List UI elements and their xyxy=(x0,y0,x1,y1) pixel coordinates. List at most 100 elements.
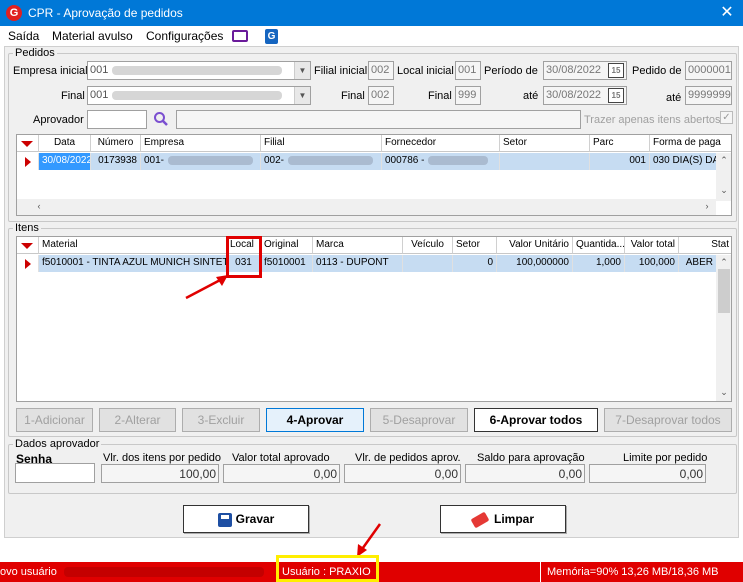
trazer-abertos-checkbox[interactable]: ✓ xyxy=(720,111,733,124)
scroll-thumb[interactable] xyxy=(718,269,730,313)
periodo-de-input[interactable]: 30/08/2022 15 xyxy=(543,61,627,80)
col-original[interactable]: Original xyxy=(261,237,313,254)
col-numero[interactable]: Número xyxy=(91,135,141,152)
calendar-icon[interactable]: 15 xyxy=(608,88,624,103)
orders-grid[interactable]: Data Número Empresa Filial Fornecedor Se… xyxy=(16,134,732,216)
empresa-inicial-value: 001 xyxy=(90,64,109,76)
cell-data[interactable]: 30/08/2022 xyxy=(39,153,91,170)
menu-material-avulso[interactable]: Material avulso xyxy=(52,29,133,43)
status-divider xyxy=(540,562,541,582)
itens-grid[interactable]: Material Local Original Marca Veículo Se… xyxy=(16,236,732,402)
pedido-de-input[interactable]: 0000001 xyxy=(685,61,732,80)
app-g-icon[interactable]: G xyxy=(265,29,278,44)
empresa-inicial-combo[interactable]: 001 ▼ xyxy=(87,61,311,80)
close-icon[interactable]: ✕ xyxy=(716,3,738,23)
scroll-down-icon[interactable]: ⌄ xyxy=(716,387,731,398)
col-stat[interactable]: Stat xyxy=(679,237,731,254)
pedidos-legend: Pedidos xyxy=(15,47,55,59)
row-pointer-icon xyxy=(25,259,31,269)
vlr-itens-field: 100,00 xyxy=(101,464,219,483)
chevron-down-icon[interactable]: ▼ xyxy=(294,87,310,104)
cell-stat[interactable]: ABER xyxy=(679,255,717,272)
col-fornecedor[interactable]: Fornecedor xyxy=(382,135,500,152)
col-quantidade[interactable]: Quantida... xyxy=(573,237,625,254)
triangle-down-icon[interactable] xyxy=(21,141,33,147)
cell-setor[interactable] xyxy=(500,153,590,170)
periodo-ate-input[interactable]: 30/08/2022 15 xyxy=(543,86,627,105)
cell-marca[interactable]: 0113 - DUPONT xyxy=(313,255,403,272)
empresa-final-combo[interactable]: 001 ▼ xyxy=(87,86,311,105)
col-setor[interactable]: Setor xyxy=(453,237,497,254)
alterar-button[interactable]: 2-Alterar xyxy=(99,408,176,432)
col-valor-unitario[interactable]: Valor Unitário xyxy=(497,237,573,254)
col-setor[interactable]: Setor xyxy=(500,135,590,152)
triangle-down-icon[interactable] xyxy=(21,243,33,249)
monitor-icon[interactable] xyxy=(232,30,248,42)
cell-empresa-text: 001- xyxy=(144,155,165,166)
scroll-up-icon[interactable]: ⌃ xyxy=(716,257,731,268)
itens-legend: Itens xyxy=(15,222,39,234)
cell-fornecedor-text: 000786 - xyxy=(385,155,425,166)
col-forma[interactable]: Forma de paga xyxy=(650,135,731,152)
desaprovar-button[interactable]: 5-Desaprovar xyxy=(370,408,468,432)
aprovador-input[interactable] xyxy=(87,110,147,129)
menu-saida[interactable]: Saída xyxy=(8,29,39,43)
local-inicial-input[interactable]: 001 xyxy=(455,61,481,80)
periodo-label: Período de xyxy=(484,65,538,77)
menu-bar: Saída Material avulso Configurações G xyxy=(0,26,743,46)
gravar-button[interactable]: Gravar xyxy=(183,505,309,533)
horizontal-scrollbar[interactable]: ‹ › xyxy=(17,199,716,215)
cell-original[interactable]: f5010001 xyxy=(261,255,313,272)
cell-veiculo[interactable] xyxy=(403,255,453,272)
filial-final-input[interactable]: 002 xyxy=(368,86,394,105)
vertical-scrollbar[interactable]: ⌃ ⌄ xyxy=(716,153,731,201)
cell-numero[interactable]: 0173938 xyxy=(91,153,141,170)
cell-valor-total[interactable]: 100,000 xyxy=(625,255,679,272)
col-filial[interactable]: Filial xyxy=(261,135,382,152)
col-marca[interactable]: Marca xyxy=(313,237,403,254)
aprovar-todos-button[interactable]: 6-Aprovar todos xyxy=(474,408,598,432)
empresa-final-label: Final xyxy=(61,90,85,102)
scroll-right-icon[interactable]: › xyxy=(699,201,715,211)
col-parc[interactable]: Parc xyxy=(590,135,650,152)
excluir-button[interactable]: 3-Excluir xyxy=(182,408,260,432)
local-final-input[interactable]: 999 xyxy=(455,86,481,105)
col-data[interactable]: Data xyxy=(39,135,91,152)
filial-inicial-input[interactable]: 002 xyxy=(368,61,394,80)
limite-label: Limite por pedido xyxy=(623,452,708,464)
col-empresa[interactable]: Empresa xyxy=(141,135,261,152)
desaprovar-todos-button[interactable]: 7-Desaprovar todos xyxy=(604,408,732,432)
search-icon[interactable] xyxy=(153,111,169,127)
senha-input[interactable] xyxy=(15,463,95,483)
pedido-ate-input[interactable]: 9999999 xyxy=(685,86,732,105)
pedido-ate-label: até xyxy=(666,92,682,104)
red-arrow-icon xyxy=(185,275,228,300)
chevron-down-icon[interactable]: ▼ xyxy=(294,62,310,79)
grid-menu-cell[interactable] xyxy=(17,135,39,152)
cell-fornecedor[interactable]: 000786 - xyxy=(382,153,500,170)
aprovar-button[interactable]: 4-Aprovar xyxy=(266,408,364,432)
cell-quantidade[interactable]: 1,000 xyxy=(573,255,625,272)
cell-parc[interactable]: 001 xyxy=(590,153,650,170)
cell-empresa[interactable]: 001- xyxy=(141,153,261,170)
valor-total-aprovado-field: 0,00 xyxy=(223,464,340,483)
cell-filial[interactable]: 002- xyxy=(261,153,382,170)
cell-forma[interactable]: 030 DIA(S) DA xyxy=(650,153,717,170)
scroll-up-icon[interactable]: ⌃ xyxy=(716,155,731,166)
scroll-down-icon[interactable]: ⌄ xyxy=(716,185,731,196)
gravar-label: Gravar xyxy=(235,512,275,526)
col-valor-total[interactable]: Valor total xyxy=(625,237,679,254)
col-material[interactable]: Material xyxy=(39,237,227,254)
window-title: CPR - Aprovação de pedidos xyxy=(28,6,183,20)
scroll-left-icon[interactable]: ‹ xyxy=(31,201,47,211)
adicionar-button[interactable]: 1-Adicionar xyxy=(16,408,93,432)
cell-setor[interactable]: 0 xyxy=(453,255,497,272)
vertical-scrollbar[interactable]: ⌃ ⌄ xyxy=(716,255,731,401)
menu-configuracoes[interactable]: Configurações xyxy=(146,29,223,43)
calendar-icon[interactable]: 15 xyxy=(608,63,624,78)
limpar-button[interactable]: Limpar xyxy=(440,505,566,533)
col-veiculo[interactable]: Veículo xyxy=(403,237,453,254)
local-inicial-label: Local inicial xyxy=(397,65,454,77)
cell-valor-unitario[interactable]: 100,000000 xyxy=(497,255,573,272)
grid-menu-cell[interactable] xyxy=(17,237,39,254)
